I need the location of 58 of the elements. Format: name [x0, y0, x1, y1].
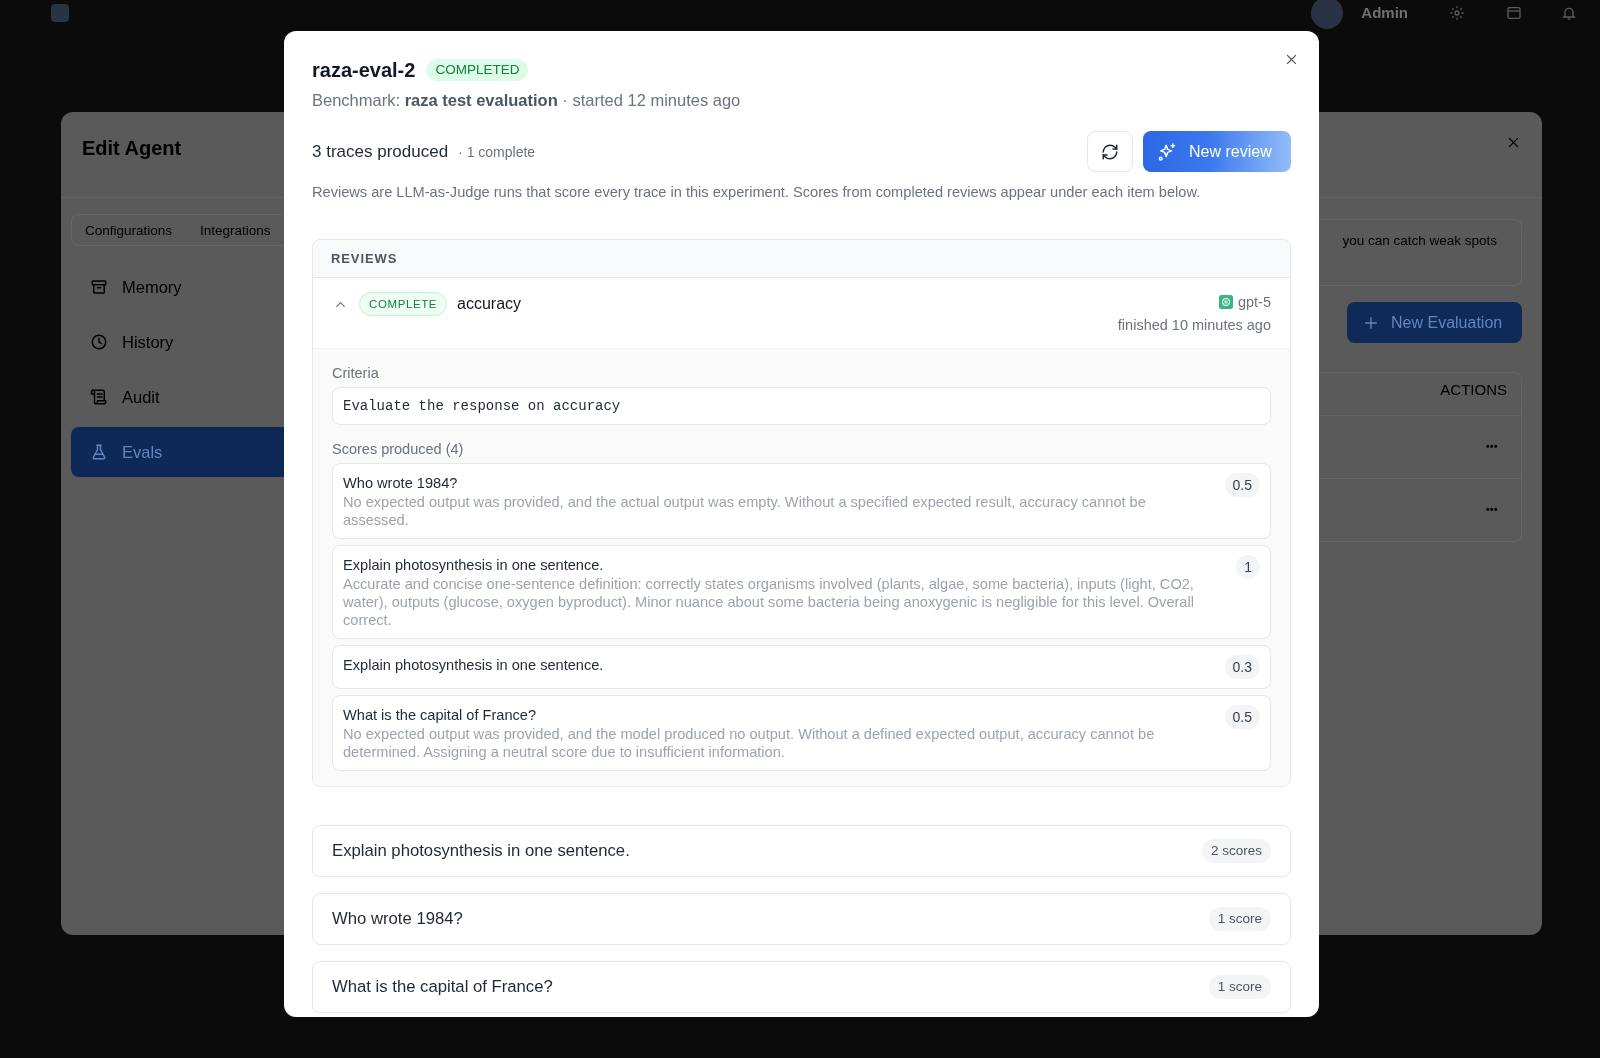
review-name: accuracy	[457, 294, 522, 314]
tab[interactable]: Integrations	[200, 222, 271, 238]
description-text: Reviews are LLM-as-Judge runs that score every trace in this experiment. Scores from completed reviews appear under each item below.	[312, 183, 1202, 201]
refresh-icon	[1101, 142, 1119, 161]
user-name[interactable]: Admin	[1361, 4, 1408, 21]
trace-item[interactable]: Who wrote 1984? 1 score	[312, 893, 1291, 945]
score-count-badge: 1 score	[1208, 975, 1271, 999]
info-text: you can catch weak spots	[1342, 232, 1497, 250]
panel-icon[interactable]	[1506, 4, 1522, 21]
score-badge: 0.5	[1224, 473, 1260, 497]
nav-item[interactable]: Audit	[71, 372, 284, 422]
score-badge: 0.3	[1224, 655, 1260, 679]
new-review-button[interactable]: New review	[1143, 131, 1291, 172]
model-name: gpt-5	[1237, 294, 1271, 310]
criteria-field[interactable]: Evaluate the response on accuracy	[332, 387, 1271, 425]
logo-icon[interactable]	[51, 3, 69, 22]
clock-icon	[90, 333, 108, 351]
score-badge: 0.5	[1224, 705, 1260, 729]
trace-item[interactable]: Explain photosynthesis in one sentence. 2 scores	[312, 825, 1291, 877]
score-reason: Accurate and concise one-sentence definition: correctly states organisms involved (plants, algae, some bacteria), inputs (light, CO2, water), outputs (glucose, oxygen byproduct). Minor nuance about some bacteria being anoxygenic is negligible for this level. Overall correct.	[343, 575, 1195, 629]
new-evaluation-button[interactable]: New Evaluation	[1347, 302, 1522, 343]
archive-icon	[90, 278, 108, 296]
refresh-button[interactable]	[1087, 131, 1133, 172]
column-header: ACTIONS	[1440, 381, 1507, 400]
plus-icon	[1363, 314, 1379, 331]
traces-count: 3 traces produced	[312, 141, 449, 162]
score-reason: No expected output was provided, and the model produced no output. Without a defined expected output, accuracy cannot be determined. Assigning a neutral score due to insufficient information.	[343, 725, 1156, 761]
sparkles-icon	[1157, 141, 1177, 162]
tab[interactable]: Configurations	[85, 222, 173, 238]
panel-title: Edit Agent	[82, 136, 182, 160]
dialog-title: raza-eval-2	[312, 58, 416, 82]
more-button[interactable]: •••	[1486, 440, 1498, 453]
flask-icon	[90, 443, 108, 461]
scroll-icon	[90, 388, 108, 406]
avatar[interactable]	[1311, 0, 1344, 29]
complete-count: · 1 complete	[458, 143, 536, 160]
nav-item[interactable]: Memory	[71, 262, 284, 312]
nav-item[interactable]: History	[71, 317, 284, 367]
more-button[interactable]: •••	[1486, 503, 1498, 516]
criteria-label: Criteria	[332, 364, 379, 383]
status-badge: COMPLETE	[359, 292, 448, 316]
scores-label: Scores produced (4)	[332, 440, 464, 459]
nav-item[interactable]: Evals	[71, 427, 284, 477]
finished-time: finished 10 minutes ago	[1117, 316, 1271, 335]
score-question: Who wrote 1984?	[343, 474, 458, 493]
trace-item[interactable]: What is the capital of France? 1 score	[312, 961, 1291, 1013]
model-logo-icon	[1218, 295, 1233, 309]
status-badge: COMPLETED	[426, 59, 529, 81]
sun-icon[interactable]	[1449, 4, 1465, 21]
score-question: What is the capital of France?	[343, 706, 537, 725]
benchmark-text: Benchmark: raza test evaluation · started 12 minutes ago	[312, 90, 742, 110]
score-question: Explain photosynthesis in one sentence.	[343, 656, 604, 675]
section-heading: REVIEWS	[331, 251, 398, 266]
score-count-badge: 1 score	[1208, 907, 1271, 931]
score-count-badge: 2 scores	[1201, 839, 1271, 863]
score-badge: 1	[1236, 555, 1260, 579]
score-question: Explain photosynthesis in one sentence.	[343, 556, 604, 575]
score-reason: No expected output was provided, and the actual output was empty. Without a specified expected result, accuracy cannot be assessed.	[343, 493, 1147, 529]
